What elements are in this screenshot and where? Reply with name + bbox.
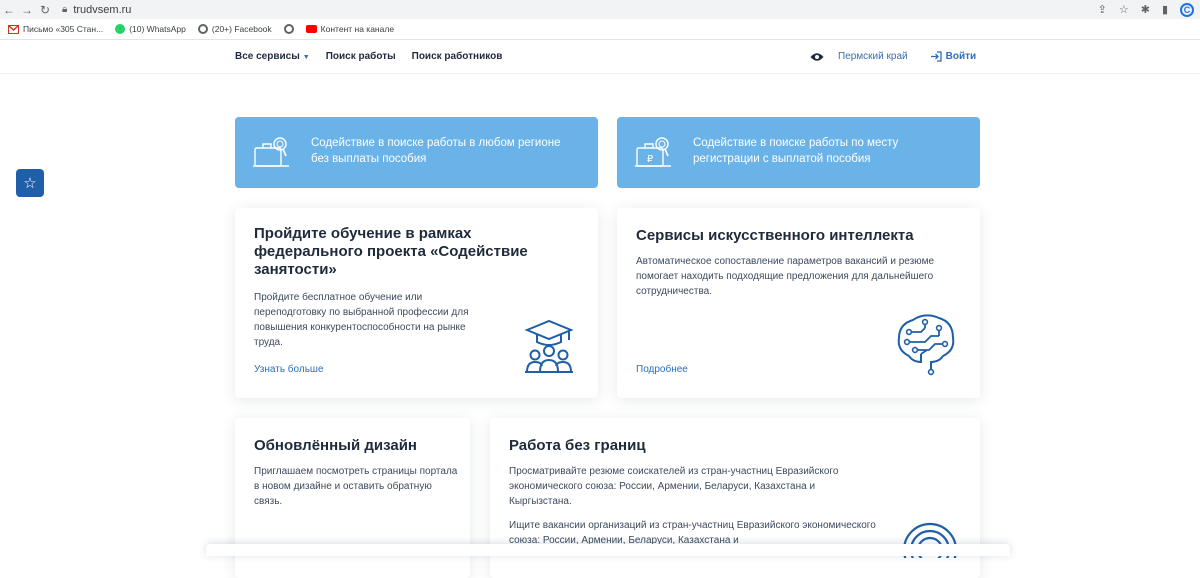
- address-bar[interactable]: 🔒︎ trudvsem.ru: [62, 4, 131, 16]
- card-title: Обновлённый дизайн: [254, 437, 417, 454]
- nav-worker-search[interactable]: Поиск работников: [412, 51, 503, 62]
- star-icon: ☆: [23, 175, 37, 192]
- reload-icon[interactable]: ↻: [36, 3, 54, 17]
- url-text[interactable]: trudvsem.ru: [73, 4, 131, 16]
- card-text: Пройдите бесплатное обучение или перепод…: [254, 292, 469, 348]
- globe-small-icon: [197, 24, 208, 34]
- brain-circuit-icon: [897, 314, 955, 376]
- share-icon[interactable]: ⇪: [1098, 3, 1107, 16]
- briefcase-search-icon: [253, 137, 289, 167]
- site-header: Все сервисы ▼ Поиск работы Поиск работник…: [0, 41, 1200, 74]
- svg-text:₽: ₽: [647, 154, 654, 165]
- sidebar-icon[interactable]: ▮: [1162, 3, 1168, 16]
- caret-down-icon: ▼: [302, 54, 310, 61]
- learn-more-link[interactable]: Узнать больше: [254, 364, 324, 375]
- promo-with-benefit[interactable]: ₽ Содействие в поиске работы по месту ре…: [617, 117, 980, 188]
- extensions-icon[interactable]: ✱: [1141, 3, 1150, 16]
- card-ai: Сервисы искусственного интеллекта Автома…: [617, 208, 980, 398]
- bookmark-star-icon[interactable]: ☆: [1119, 3, 1129, 16]
- card-text: Автоматическое сопоставление параметров …: [636, 256, 935, 297]
- graduates-icon: [524, 319, 574, 373]
- card-training: Пройдите обучение в рамках федерального …: [235, 208, 598, 398]
- card-title: Пройдите обучение в рамках федерального …: [254, 225, 528, 278]
- promo-text: Содействие в поиске работы по месту реги…: [693, 137, 899, 165]
- eye-icon[interactable]: [810, 52, 824, 62]
- favorites-button[interactable]: ☆: [16, 169, 44, 197]
- bottom-panel: [206, 544, 1010, 556]
- globe-small-icon: [283, 24, 294, 34]
- bookmark-facebook[interactable]: (20+) Facebook: [197, 24, 272, 34]
- region-link[interactable]: Пермский край: [838, 51, 908, 62]
- card-text: Просматривайте резюме соискателей из стр…: [509, 466, 839, 507]
- bookmark-youtube[interactable]: Контент на канале: [305, 24, 394, 34]
- login-icon: [930, 51, 942, 62]
- main-nav: Все сервисы ▼ Поиск работы Поиск работник…: [235, 51, 502, 62]
- bookmark-whatsapp[interactable]: (10) WhatsApp: [115, 24, 186, 34]
- lock-icon: 🔒︎: [62, 4, 68, 15]
- profile-avatar[interactable]: C: [1180, 2, 1194, 17]
- back-arrow-icon[interactable]: ←: [0, 3, 18, 17]
- login-button[interactable]: Войти: [930, 51, 976, 62]
- youtube-icon: [305, 25, 317, 33]
- card-text: Приглашаем посмотреть страницы портала в…: [254, 466, 458, 507]
- more-link[interactable]: Подробнее: [636, 364, 688, 375]
- browser-toolbar: ← → ↻ 🔒︎ trudvsem.ru ⇪ ☆ ✱ ▮ C: [0, 0, 1200, 19]
- card-title: Работа без границ: [509, 437, 646, 454]
- bookmarks-bar: Письмо «305 Стан... (10) WhatsApp (20+) …: [0, 19, 1200, 40]
- promo-text: Содействие в поиске работы в любом регио…: [311, 137, 561, 165]
- ruble-briefcase-search-icon: ₽: [635, 137, 671, 167]
- nav-all-services[interactable]: Все сервисы ▼: [235, 51, 310, 62]
- gmail-icon: [8, 24, 19, 34]
- bookmark-globe[interactable]: [283, 24, 294, 34]
- card-title: Сервисы искусственного интеллекта: [636, 227, 914, 244]
- forward-arrow-icon[interactable]: →: [18, 3, 36, 17]
- nav-job-search[interactable]: Поиск работы: [326, 51, 396, 62]
- whatsapp-icon: [115, 24, 126, 34]
- promo-without-benefit[interactable]: Содействие в поиске работы в любом регио…: [235, 117, 598, 188]
- bookmark-gmail[interactable]: Письмо «305 Стан...: [8, 24, 103, 34]
